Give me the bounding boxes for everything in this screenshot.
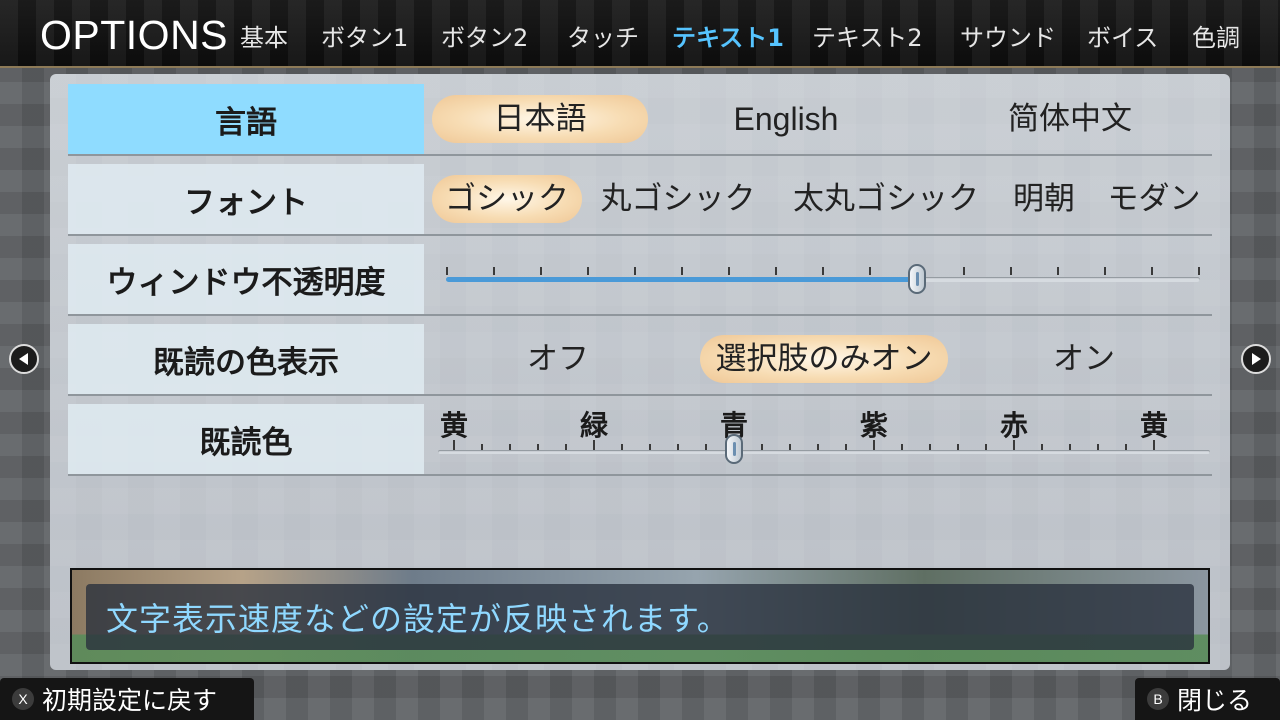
tab-text1[interactable]: テキスト1 xyxy=(672,22,784,54)
read-color-option[interactable]: 赤 xyxy=(994,404,1034,444)
tab-button2[interactable]: ボタン2 xyxy=(441,22,528,54)
row-divider xyxy=(424,154,1212,156)
read-color-display-row: 既読の色表示 オフ 選択肢のみオン オン xyxy=(68,324,1212,396)
opacity-tick xyxy=(493,267,495,275)
reset-defaults-label: 初期設定に戻す xyxy=(42,686,218,715)
opacity-tick xyxy=(775,267,777,275)
tab-basic[interactable]: 基本 xyxy=(240,22,288,54)
read-color-display-choices-only[interactable]: 選択肢のみオン xyxy=(700,335,948,383)
opacity-tick xyxy=(446,267,448,275)
font-label: フォント xyxy=(68,164,424,236)
read-color-display-on[interactable]: オン xyxy=(1034,335,1134,383)
read-color-option[interactable]: 黄 xyxy=(434,404,474,444)
next-page-button[interactable] xyxy=(1241,344,1271,374)
read-color-option[interactable]: 緑 xyxy=(574,404,614,444)
language-option-japanese[interactable]: 日本語 xyxy=(432,95,648,143)
b-button-icon: B xyxy=(1147,688,1169,710)
close-button[interactable]: B 閉じる xyxy=(1135,678,1280,720)
opacity-tick xyxy=(587,267,589,275)
read-color-major-tick xyxy=(593,440,595,450)
opacity-tick xyxy=(1198,267,1200,275)
font-option-maru-gothic[interactable]: 丸ゴシック xyxy=(598,175,758,223)
font-option-gothic[interactable]: ゴシック xyxy=(432,175,582,223)
tab-sound[interactable]: サウンド xyxy=(960,22,1056,54)
read-color-display-label: 既読の色表示 xyxy=(68,324,424,396)
close-label: 閉じる xyxy=(1177,686,1253,715)
read-color-option[interactable]: 黄 xyxy=(1134,404,1174,444)
row-divider xyxy=(424,314,1212,316)
x-button-icon: X xyxy=(12,688,34,710)
read-color-option[interactable]: 紫 xyxy=(854,404,894,444)
opacity-tick xyxy=(822,267,824,275)
tab-button1[interactable]: ボタン1 xyxy=(321,22,408,54)
row-divider xyxy=(424,474,1212,476)
description-text: 文字表示速度などの設定が反映されます。 xyxy=(106,600,730,638)
read-color-knob[interactable] xyxy=(725,434,743,464)
row-divider xyxy=(424,394,1212,396)
window-opacity-knob[interactable] xyxy=(908,264,927,294)
opacity-tick xyxy=(1010,267,1012,275)
opacity-tick xyxy=(1151,267,1153,275)
description-box: 文字表示速度などの設定が反映されます。 xyxy=(70,568,1210,664)
read-color-major-tick xyxy=(1153,440,1155,450)
read-color-display-off[interactable]: オフ xyxy=(508,335,608,383)
window-opacity-label: ウィンドウ不透明度 xyxy=(68,244,424,316)
opacity-tick xyxy=(681,267,683,275)
options-header: OPTIONS 基本 ボタン1 ボタン2 タッチ テキスト1 テキスト2 サウン… xyxy=(0,0,1280,68)
window-opacity-fill xyxy=(446,277,918,282)
prev-page-button[interactable] xyxy=(9,344,39,374)
language-label: 言語 xyxy=(68,84,424,156)
opacity-tick xyxy=(869,267,871,275)
font-option-modern[interactable]: モダン xyxy=(1102,175,1206,223)
window-opacity-slider[interactable] xyxy=(446,277,1200,282)
opacity-tick xyxy=(1057,267,1059,275)
triangle-right-icon xyxy=(1252,353,1261,365)
read-color-slider[interactable] xyxy=(438,450,1210,454)
opacity-tick xyxy=(540,267,542,275)
language-row: 言語 日本語 English 简体中文 xyxy=(68,84,1212,156)
reset-defaults-button[interactable]: X 初期設定に戻す xyxy=(0,678,254,720)
read-color-row: 既読色 黄緑青紫赤黄 xyxy=(68,404,1212,476)
tab-voice[interactable]: ボイス xyxy=(1087,22,1158,54)
tab-text2[interactable]: テキスト2 xyxy=(812,22,923,54)
read-color-major-tick xyxy=(1013,440,1015,450)
tab-color-tone[interactable]: 色調 xyxy=(1192,22,1240,54)
font-option-mincho[interactable]: 明朝 xyxy=(1008,175,1080,223)
page-title: OPTIONS xyxy=(40,12,229,58)
read-color-label: 既読色 xyxy=(68,404,424,476)
font-option-futomaru-gothic[interactable]: 太丸ゴシック xyxy=(788,175,984,223)
opacity-tick xyxy=(634,267,636,275)
triangle-left-icon xyxy=(19,353,28,365)
opacity-tick xyxy=(728,267,730,275)
read-color-major-tick xyxy=(873,440,875,450)
language-option-english[interactable]: English xyxy=(696,95,876,143)
window-opacity-row: ウィンドウ不透明度 xyxy=(68,244,1212,316)
read-color-major-tick xyxy=(453,440,455,450)
font-row: フォント ゴシック 丸ゴシック 太丸ゴシック 明朝 モダン xyxy=(68,164,1212,236)
opacity-tick xyxy=(1104,267,1106,275)
tab-touch[interactable]: タッチ xyxy=(567,22,639,54)
row-divider xyxy=(424,234,1212,236)
language-option-chinese[interactable]: 简体中文 xyxy=(980,95,1160,143)
opacity-tick xyxy=(963,267,965,275)
